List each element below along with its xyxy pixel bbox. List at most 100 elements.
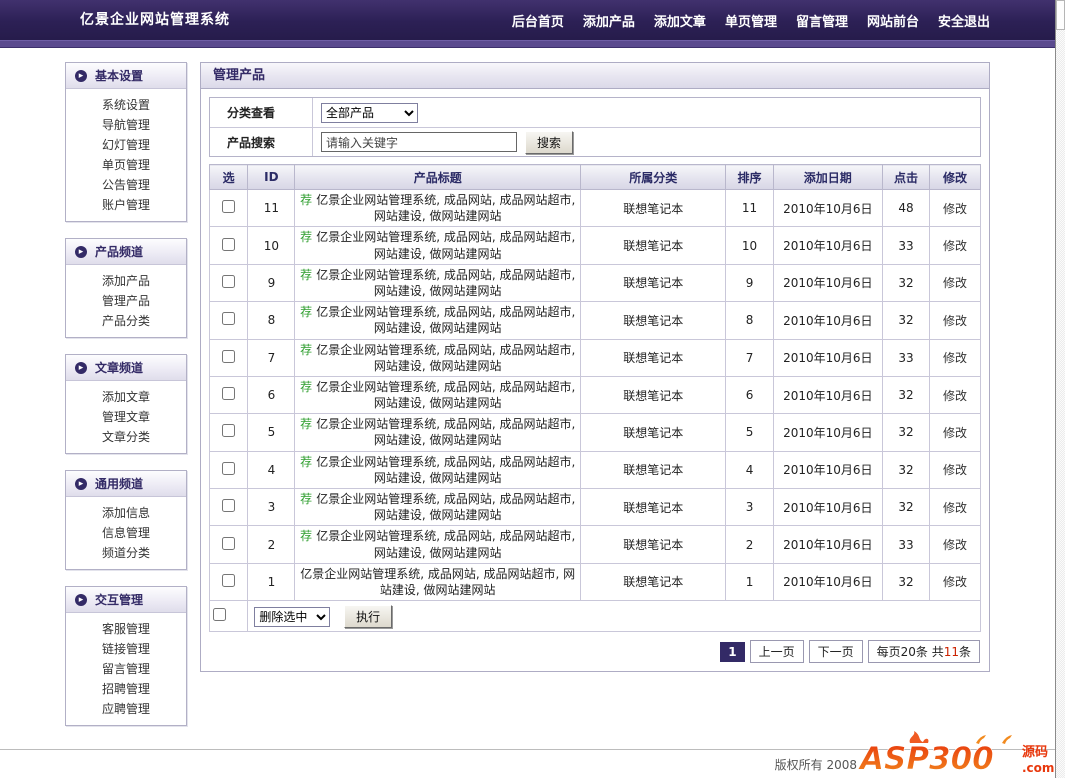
- sidebar-section-header: ▸ 交互管理: [66, 587, 186, 613]
- table-row: 4 荐亿景企业网站管理系统, 成品网站, 成品网站超市, 网站建设, 做网站建网…: [210, 451, 981, 488]
- row-checkbox[interactable]: [222, 238, 235, 251]
- edit-link[interactable]: 修改: [943, 351, 967, 365]
- row-category: 联想笔记本: [581, 414, 726, 451]
- row-clicks: 32: [883, 451, 930, 488]
- row-id: 3: [248, 489, 295, 526]
- row-checkbox[interactable]: [222, 387, 235, 400]
- sidebar-item[interactable]: 频道分类: [66, 543, 186, 563]
- product-title: 亿景企业网站管理系统, 成品网站, 成品网站超市, 网站建设, 做网站建网站: [316, 417, 575, 447]
- row-date: 2010年10月6日: [773, 414, 882, 451]
- col-edit: 修改: [930, 165, 981, 190]
- row-clicks: 32: [883, 264, 930, 301]
- row-category: 联想笔记本: [581, 190, 726, 227]
- sidebar-item[interactable]: 单页管理: [66, 155, 186, 175]
- row-clicks: 48: [883, 190, 930, 227]
- row-date: 2010年10月6日: [773, 302, 882, 339]
- select-all-checkbox[interactable]: [213, 608, 226, 621]
- edit-link[interactable]: 修改: [943, 239, 967, 253]
- nav-item[interactable]: 添加文章: [654, 11, 706, 30]
- sidebar-section-title: 文章频道: [95, 359, 143, 376]
- row-checkbox[interactable]: [222, 200, 235, 213]
- sidebar-item[interactable]: 管理文章: [66, 407, 186, 427]
- row-sort: 9: [726, 264, 773, 301]
- arrow-circle-icon: ▸: [75, 246, 87, 258]
- col-sort: 排序: [726, 165, 773, 190]
- nav-item[interactable]: 添加产品: [583, 11, 635, 30]
- bulk-action-select[interactable]: 删除选中: [254, 607, 330, 627]
- row-sort: 5: [726, 414, 773, 451]
- sidebar-item[interactable]: 留言管理: [66, 659, 186, 679]
- nav-item[interactable]: 后台首页: [512, 11, 564, 30]
- row-category: 联想笔记本: [581, 526, 726, 563]
- row-checkbox[interactable]: [222, 275, 235, 288]
- sidebar-item[interactable]: 产品分类: [66, 311, 186, 331]
- row-category: 联想笔记本: [581, 227, 726, 264]
- row-checkbox[interactable]: [222, 312, 235, 325]
- edit-link[interactable]: 修改: [943, 389, 967, 403]
- table-row: 2 荐亿景企业网站管理系统, 成品网站, 成品网站超市, 网站建设, 做网站建网…: [210, 526, 981, 563]
- edit-link[interactable]: 修改: [943, 314, 967, 328]
- sidebar-section-header: ▸ 文章频道: [66, 355, 186, 381]
- scrollbar-thumb[interactable]: [1056, 0, 1065, 30]
- row-checkbox[interactable]: [222, 574, 235, 587]
- product-title: 亿景企业网站管理系统, 成品网站, 成品网站超市, 网站建设, 做网站建网站: [316, 492, 575, 522]
- recommend-tag: 荐: [300, 529, 312, 543]
- nav-item[interactable]: 安全退出: [938, 11, 990, 30]
- sidebar-item[interactable]: 系统设置: [66, 95, 186, 115]
- sidebar-item[interactable]: 账户管理: [66, 195, 186, 215]
- sidebar-item[interactable]: 招聘管理: [66, 679, 186, 699]
- top-bar: 亿景企业网站管理系统 后台首页添加产品添加文章单页管理留言管理网站前台安全退出: [0, 0, 1055, 40]
- nav-item[interactable]: 网站前台: [867, 11, 919, 30]
- row-date: 2010年10月6日: [773, 526, 882, 563]
- nav-item[interactable]: 留言管理: [796, 11, 848, 30]
- vertical-scrollbar[interactable]: [1055, 0, 1065, 778]
- row-checkbox[interactable]: [222, 350, 235, 363]
- row-checkbox[interactable]: [222, 499, 235, 512]
- row-checkbox[interactable]: [222, 424, 235, 437]
- sidebar-section-title: 交互管理: [95, 591, 143, 608]
- sidebar-item[interactable]: 添加产品: [66, 271, 186, 291]
- sidebar-section-title: 基本设置: [95, 67, 143, 84]
- edit-link[interactable]: 修改: [943, 575, 967, 589]
- nav-item[interactable]: 单页管理: [725, 11, 777, 30]
- edit-link[interactable]: 修改: [943, 426, 967, 440]
- prev-page-button[interactable]: 上一页: [750, 640, 804, 663]
- row-date: 2010年10月6日: [773, 451, 882, 488]
- next-page-button[interactable]: 下一页: [809, 640, 863, 663]
- recommend-tag: 荐: [300, 343, 312, 357]
- edit-link[interactable]: 修改: [943, 463, 967, 477]
- sidebar-item[interactable]: 添加文章: [66, 387, 186, 407]
- sidebar-item[interactable]: 导航管理: [66, 115, 186, 135]
- row-sort: 2: [726, 526, 773, 563]
- row-checkbox[interactable]: [222, 462, 235, 475]
- execute-button[interactable]: 执行: [344, 605, 392, 628]
- sidebar-item[interactable]: 幻灯管理: [66, 135, 186, 155]
- current-page: 1: [720, 642, 744, 662]
- sidebar-item[interactable]: 公告管理: [66, 175, 186, 195]
- edit-link[interactable]: 修改: [943, 202, 967, 216]
- total-count: 11: [944, 645, 959, 659]
- edit-link[interactable]: 修改: [943, 276, 967, 290]
- logo-com-text: .com: [1022, 761, 1054, 775]
- edit-link[interactable]: 修改: [943, 501, 967, 515]
- arrow-circle-icon: ▸: [75, 478, 87, 490]
- edit-link[interactable]: 修改: [943, 538, 967, 552]
- sidebar-item[interactable]: 客服管理: [66, 619, 186, 639]
- sidebar-section-title: 通用频道: [95, 475, 143, 492]
- row-date: 2010年10月6日: [773, 563, 882, 600]
- recommend-tag: 荐: [300, 417, 312, 431]
- row-category: 联想笔记本: [581, 489, 726, 526]
- row-checkbox[interactable]: [222, 537, 235, 550]
- sidebar-item[interactable]: 添加信息: [66, 503, 186, 523]
- sidebar-item[interactable]: 管理产品: [66, 291, 186, 311]
- table-row: 9 荐亿景企业网站管理系统, 成品网站, 成品网站超市, 网站建设, 做网站建网…: [210, 264, 981, 301]
- search-button[interactable]: 搜索: [525, 131, 573, 154]
- search-input[interactable]: [321, 132, 517, 152]
- product-title: 亿景企业网站管理系统, 成品网站, 成品网站超市, 网站建设, 做网站建网站: [316, 268, 575, 298]
- sidebar-item[interactable]: 链接管理: [66, 639, 186, 659]
- sidebar-item[interactable]: 信息管理: [66, 523, 186, 543]
- sidebar-item[interactable]: 应聘管理: [66, 699, 186, 719]
- category-select[interactable]: 全部产品: [321, 103, 418, 123]
- page-title: 管理产品: [201, 63, 989, 89]
- sidebar-item[interactable]: 文章分类: [66, 427, 186, 447]
